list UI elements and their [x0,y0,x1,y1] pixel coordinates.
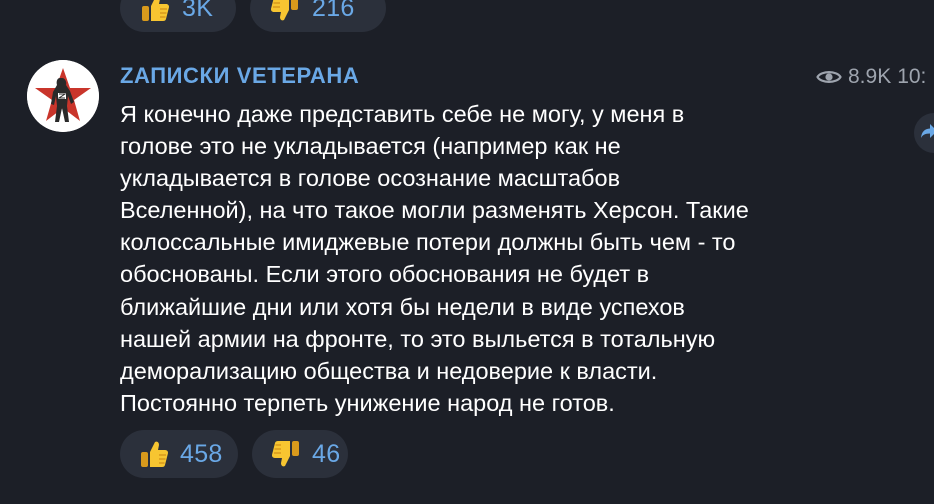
message-line: ближайшие дни или хотя бы недели в виде … [120,293,685,320]
share-button[interactable] [914,113,934,153]
message-line: нашей армии на фронте, то это выльется в… [120,325,716,352]
thumbs-up-icon [138,0,172,25]
message-line: колоссальные имиджевые потери должны быт… [120,229,736,256]
reaction-count: 46 [312,439,341,468]
message-line: Вселенной), на что такое могли разменять… [120,197,749,224]
post-reactions: 458 46 [120,430,348,478]
message-text: Я конечно даже представить себе не могу,… [120,98,820,419]
eye-icon [816,67,842,87]
view-count: 8.9K [848,65,892,88]
post-time: 10: [897,65,927,88]
thumbs-down-icon [270,437,302,471]
post-meta: 8.9K 10: [816,65,926,89]
chat-view: 3K 216 ZАПИСКИ VЕТЕРАНА 8.9K 10: Я конеч… [0,0,934,504]
message-line: Постоянно терпеть унижение народ не гото… [120,389,615,416]
reaction-count: 216 [312,0,355,22]
reaction-thumbs-up[interactable]: 458 [120,430,238,478]
message-line: Я конечно даже представить себе не могу,… [120,101,685,127]
message-line: деморализацию общества и недоверие к вла… [120,357,658,384]
reaction-count: 458 [180,439,223,468]
reaction-thumbs-down[interactable]: 46 [252,430,348,478]
reaction-thumbs-up[interactable]: 3K [120,0,236,32]
channel-name[interactable]: ZАПИСКИ VЕТЕРАНА [120,63,359,89]
thumbs-up-icon [138,437,170,471]
thumbs-down-icon [268,0,302,25]
message-line: обоснованы. Если этого обоснования не бу… [120,261,650,288]
message-line: голове это не укладывается (например как… [120,133,621,160]
channel-avatar[interactable] [27,60,99,132]
share-icon [920,123,934,144]
reaction-thumbs-down[interactable]: 216 [250,0,386,32]
reaction-count: 3K [182,0,214,22]
previous-post-reactions: 3K 216 [120,0,386,32]
message-line: укладывается в голове осознание масштабо… [120,165,621,192]
